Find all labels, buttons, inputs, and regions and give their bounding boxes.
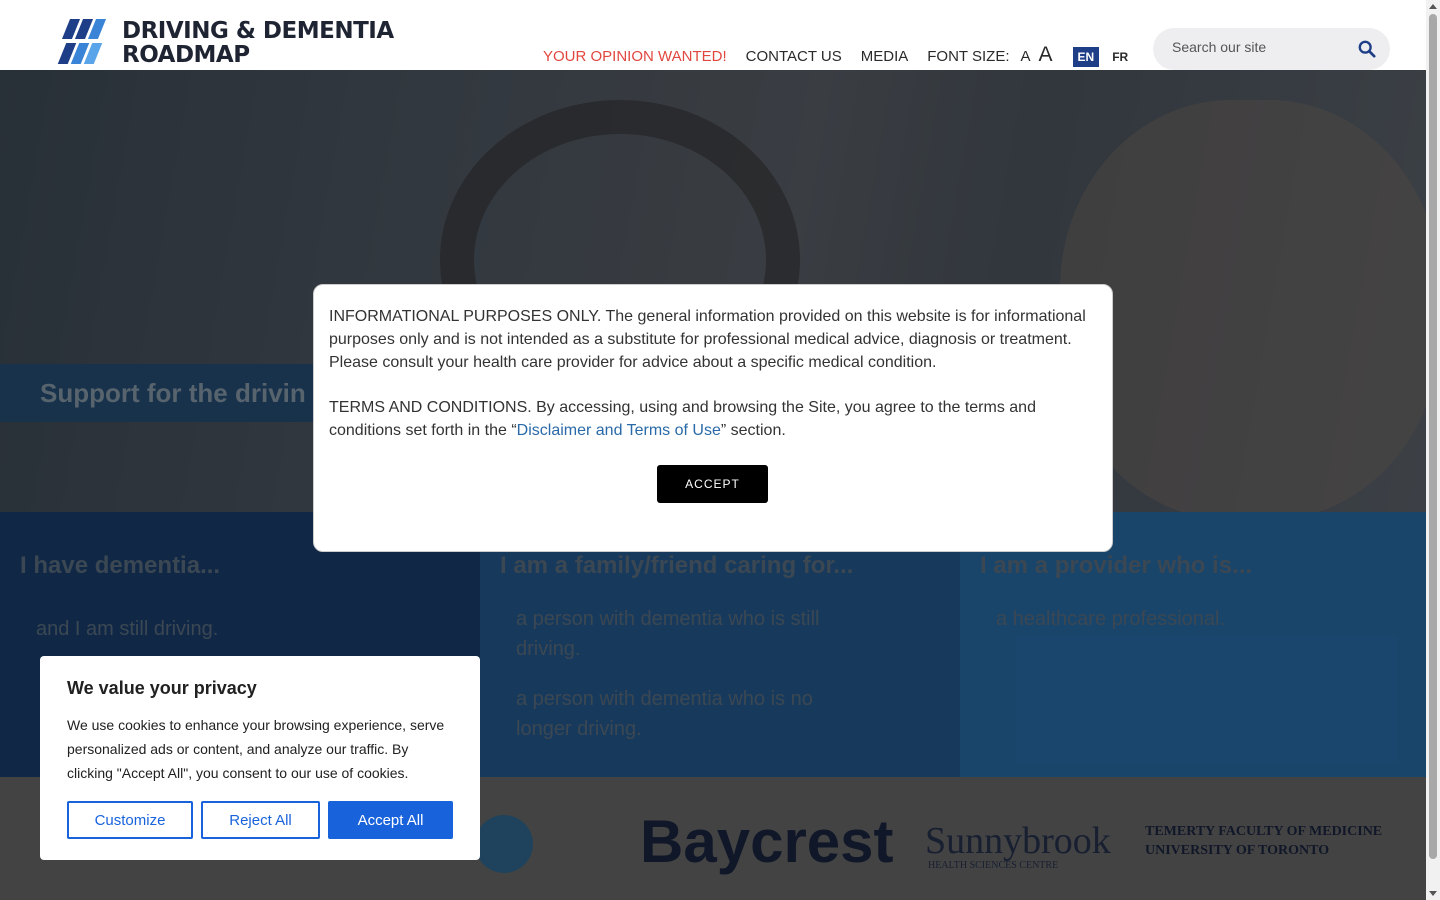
scrollbar-thumb[interactable]: [1429, 14, 1437, 859]
lang-fr-button[interactable]: FR: [1107, 47, 1133, 67]
disclaimer-accept-button[interactable]: ACCEPT: [657, 465, 768, 503]
font-size-label: FONT SIZE:: [927, 48, 1010, 65]
nav-contact-link[interactable]: CONTACT US: [746, 48, 842, 65]
logo-line-1: DRIVING & DEMENTIA: [122, 18, 394, 44]
search-input[interactable]: [1172, 39, 1342, 55]
page-scrollbar[interactable]: [1426, 0, 1440, 900]
site-header: DRIVING & DEMENTIA ROADMAP YOUR OPINION …: [0, 0, 1426, 70]
search-icon[interactable]: [1358, 40, 1376, 58]
lang-en-button[interactable]: EN: [1072, 47, 1100, 67]
logo-text: DRIVING & DEMENTIA ROADMAP: [122, 19, 394, 67]
top-nav: YOUR OPINION WANTED! CONTACT US MEDIA FO…: [543, 43, 1141, 67]
font-size-small-button[interactable]: A: [1021, 48, 1031, 65]
scroll-up-icon[interactable]: [1429, 4, 1437, 9]
scroll-down-icon[interactable]: [1429, 891, 1437, 896]
font-size-large-button[interactable]: A: [1039, 43, 1053, 67]
nav-opinion-link[interactable]: YOUR OPINION WANTED!: [543, 48, 727, 65]
logo-mark-icon: [57, 19, 108, 65]
cookie-accept-button[interactable]: Accept All: [328, 801, 453, 839]
cookie-customize-button[interactable]: Customize: [67, 801, 193, 839]
disclaimer-terms-link[interactable]: Disclaimer and Terms of Use: [517, 422, 721, 439]
terms-text-suffix: ” section.: [720, 422, 786, 439]
disclaimer-text: INFORMATIONAL PURPOSES ONLY. The general…: [329, 308, 1086, 371]
terms-text: TERMS AND CONDITIONS. By accessing, usin…: [329, 396, 1099, 442]
site-logo[interactable]: DRIVING & DEMENTIA ROADMAP: [57, 19, 394, 67]
cookie-banner: We value your privacy We use cookies to …: [40, 656, 480, 860]
search-box: [1153, 28, 1390, 70]
logo-line-2: ROADMAP: [122, 42, 250, 68]
cookie-reject-button[interactable]: Reject All: [201, 801, 320, 839]
nav-media-link[interactable]: MEDIA: [861, 48, 909, 65]
cookie-title: We value your privacy: [67, 678, 257, 698]
cookie-description: We use cookies to enhance your browsing …: [67, 717, 445, 781]
disclaimer-modal: INFORMATIONAL PURPOSES ONLY. The general…: [313, 284, 1113, 552]
